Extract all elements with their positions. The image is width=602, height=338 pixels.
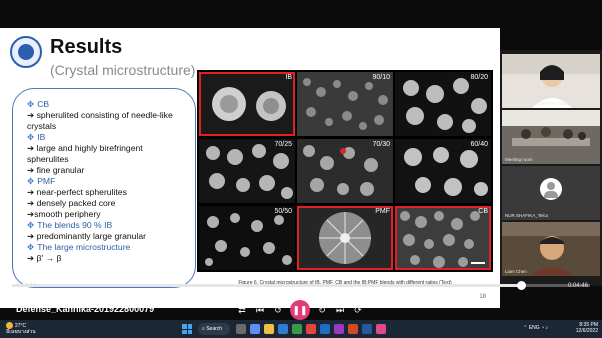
participant-tile[interactable]: Liam Chen	[502, 222, 600, 276]
pause-button[interactable]: ❚❚	[290, 300, 310, 320]
seek-bar[interactable]	[12, 281, 590, 290]
chrome-icon[interactable]	[306, 324, 316, 334]
micrograph-cb: CB	[395, 206, 491, 270]
bullet-line: crystals	[27, 121, 57, 131]
bullet-heading: ✥ IB	[27, 132, 46, 142]
bullet-heading: ✥ The blends 90 % IB	[27, 220, 113, 230]
micrograph-60-40: 60/40	[395, 139, 491, 203]
participant-tile[interactable]: Kannika Kuaruk_Defense (Host)	[502, 54, 600, 108]
micrograph-50-50: 50/50	[199, 206, 295, 270]
bullet-line: ➔ predominantly large granular	[27, 231, 146, 241]
micrograph-pmf: PMF	[297, 206, 393, 270]
shuffle-icon[interactable]: ⇄	[236, 304, 248, 316]
system-tray[interactable]: ⌃ ENG ◔ ♪	[523, 325, 548, 331]
seek-bar-progress	[12, 284, 521, 287]
video-title: Defense_Kannika-201922800079	[16, 304, 155, 314]
bullet-line: spherulites	[27, 154, 69, 164]
widgets-icon[interactable]	[250, 324, 260, 334]
onenote-icon[interactable]	[334, 324, 344, 334]
clock[interactable]: 8:35 PM 12/6/2022	[576, 322, 598, 334]
skip-next-icon[interactable]: ⏭	[334, 304, 346, 316]
bullet-heading: ✥ PMF	[27, 176, 56, 186]
taskbar-search[interactable]: ⌕ Search	[198, 323, 230, 335]
windows-taskbar: 27°C มีเมฆบางส่วน ⌕ Search ⌃ ENG ◔ ♪ 8:3…	[0, 320, 602, 338]
forward-30-icon[interactable]: ↻	[316, 304, 328, 316]
micrograph-70-25: 70/25	[199, 139, 295, 203]
media-player-icon[interactable]	[376, 324, 386, 334]
total-time: 0:04:46	[567, 283, 588, 289]
micrograph-70-30: 70/30	[297, 139, 393, 203]
start-button[interactable]	[182, 324, 192, 334]
repeat-icon[interactable]: ⟳	[352, 304, 364, 316]
micrograph-ib: IB	[199, 72, 295, 136]
participant-panel: Kannika Kuaruk_Defense (Host) Meeting ro…	[500, 50, 602, 286]
bullet-line: ➔ fine granular	[27, 165, 85, 175]
slide-title: Results	[50, 36, 123, 58]
weather-widget[interactable]: 27°C มีเมฆบางส่วน	[6, 322, 36, 335]
bullet-list: ✥ CB ➔ spherulited consisting of needle-l…	[12, 88, 196, 288]
video-player-window: Results (Crystal microstructure) ✥ CB ➔ s…	[0, 0, 602, 338]
university-logo	[10, 36, 42, 68]
avatar	[540, 178, 562, 200]
bullet-line: ➔smooth periphery	[27, 209, 101, 219]
weather-icon	[6, 322, 13, 329]
micrograph-grid: IB 90/10 80/20 70/25 70/30 60/40 50/50 P…	[197, 70, 493, 272]
bullet-heading: ✥ The large microstructure	[27, 242, 131, 252]
current-time: 0:43:44	[16, 283, 37, 289]
mail-icon[interactable]	[320, 324, 330, 334]
playback-controls: ⇄ ⏮ ↺ ❚❚ ↻ ⏭ ⟳	[236, 300, 386, 320]
store-icon[interactable]	[292, 324, 302, 334]
file-explorer-icon[interactable]	[264, 324, 274, 334]
bullet-line: ➔ near-perfect spherulites	[27, 187, 127, 197]
bullet-line: ➔ densely packed core	[27, 198, 116, 208]
bullet-line: ➔ spherulited consisting of needle-like	[27, 110, 173, 120]
bullet-heading: ✥ CB	[27, 99, 50, 109]
seek-bar-handle[interactable]	[516, 281, 526, 290]
word-icon[interactable]	[362, 324, 372, 334]
rewind-10-icon[interactable]: ↺	[272, 304, 284, 316]
micrograph-80-20: 80/20	[395, 72, 491, 136]
micrograph-90-10: 90/10	[297, 72, 393, 136]
slide-subtitle: (Crystal microstructure)	[50, 62, 196, 78]
powerpoint-icon[interactable]	[348, 324, 358, 334]
task-view-icon[interactable]	[236, 324, 246, 334]
presentation-slide: Results (Crystal microstructure) ✥ CB ➔ s…	[0, 28, 500, 308]
participant-tile[interactable]: NUR SHAFIKA_Telco	[502, 166, 600, 220]
skip-back-icon[interactable]: ⏮	[254, 304, 266, 316]
slide-page-number: 18	[479, 294, 486, 300]
edge-icon[interactable]	[278, 324, 288, 334]
bullet-line: ➔ β' → β	[27, 253, 62, 263]
bullet-line: ➔ large and highly birefringent	[27, 143, 143, 153]
participant-tile[interactable]: Meeting room	[502, 110, 600, 164]
